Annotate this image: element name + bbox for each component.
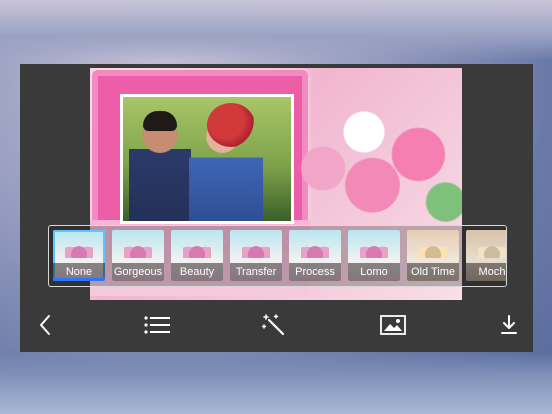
woman-figure	[189, 103, 263, 221]
filter-label: None	[53, 263, 105, 281]
filter-thumbnail-icon	[301, 240, 329, 258]
magic-wand-icon	[262, 314, 285, 336]
back-icon	[40, 315, 50, 335]
filter-beauty[interactable]: Beauty	[171, 230, 223, 281]
filter-thumbnail-icon	[242, 240, 270, 258]
editor-screen: None Gorgeous Beauty Transfer Process Lo…	[20, 64, 533, 352]
filter-thumbnail-icon	[360, 240, 388, 258]
filter-label: Gorgeous	[112, 263, 164, 281]
filter-label: Old Time	[407, 263, 459, 281]
man-figure	[129, 111, 191, 221]
filter-old-time[interactable]: Old Time	[407, 230, 459, 281]
filter-process[interactable]: Process	[289, 230, 341, 281]
flowers-background	[296, 90, 462, 230]
list-button[interactable]	[140, 310, 174, 340]
filter-lomo[interactable]: Lomo	[348, 230, 400, 281]
filter-label: Beauty	[171, 263, 223, 281]
filter-thumbnail-icon	[65, 240, 93, 258]
background-top	[0, 0, 552, 60]
filter-thumbnail-icon	[419, 240, 447, 258]
filter-gorgeous[interactable]: Gorgeous	[112, 230, 164, 281]
download-button[interactable]	[492, 310, 526, 340]
filter-thumbnail-icon	[478, 240, 506, 258]
filter-strip[interactable]: None Gorgeous Beauty Transfer Process Lo…	[48, 225, 507, 287]
magic-wand-button[interactable]	[258, 310, 292, 340]
filter-label: Lomo	[348, 263, 400, 281]
filter-label: Transfer	[230, 263, 282, 281]
filter-thumbnail-icon	[124, 240, 152, 258]
couple-photo	[120, 94, 294, 224]
background-bottom	[0, 352, 552, 414]
image-button[interactable]	[376, 310, 410, 340]
filter-none[interactable]: None	[53, 230, 105, 281]
bottom-toolbar	[20, 300, 533, 352]
filter-label: Moch	[466, 263, 506, 281]
image-icon	[380, 315, 406, 335]
filter-label: Process	[289, 263, 341, 281]
filter-transfer[interactable]: Transfer	[230, 230, 282, 281]
filter-thumbnail-icon	[183, 240, 211, 258]
back-button[interactable]	[28, 310, 62, 340]
list-icon	[144, 316, 170, 334]
download-icon	[501, 315, 517, 334]
filter-moch[interactable]: Moch	[466, 230, 506, 281]
